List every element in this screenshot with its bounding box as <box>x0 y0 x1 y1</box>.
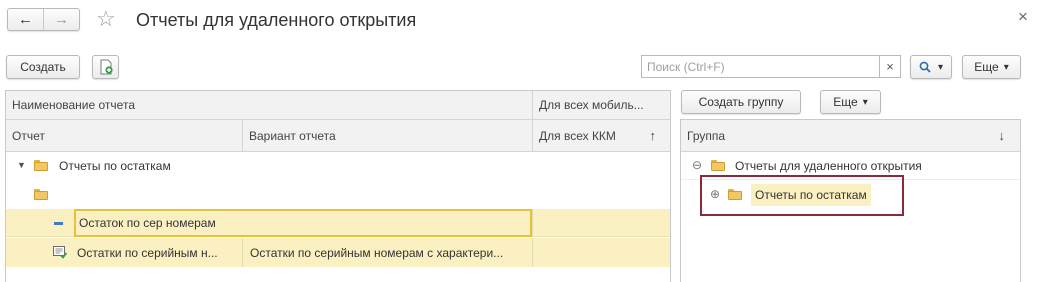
folder-icon <box>34 160 48 171</box>
header-group[interactable]: Группа ↓ <box>681 120 1020 152</box>
back-arrow-icon[interactable]: ← <box>8 9 44 30</box>
nav-buttons: ← → <box>7 8 80 31</box>
more-button[interactable]: Еще ▾ <box>962 55 1021 79</box>
sort-ascending-icon: ↑ <box>649 128 657 143</box>
table-row[interactable] <box>6 180 670 208</box>
table-row-selected[interactable]: Остаток по сер номерам <box>6 209 670 237</box>
expand-toggle-icon[interactable]: ▼ <box>17 160 26 170</box>
page-title: Отчеты для удаленного открытия <box>136 10 417 30</box>
chevron-down-icon: ▾ <box>862 96 868 108</box>
folder-icon <box>711 160 725 171</box>
chevron-down-icon: ▾ <box>937 61 944 73</box>
clear-icon: × <box>886 59 894 74</box>
row-variant: Остатки по серийным номерам с характери.… <box>250 245 504 260</box>
report-document-icon <box>53 246 67 259</box>
search-icon <box>919 61 931 73</box>
chevron-down-icon: ▾ <box>1003 61 1009 73</box>
header-name: Наименование отчета <box>6 91 532 120</box>
close-icon[interactable]: × <box>1018 7 1028 27</box>
create-group-button[interactable]: Создать группу <box>681 90 801 114</box>
search-clear-button[interactable]: × <box>879 55 901 78</box>
header-all-kkm-label: Для всех ККМ <box>539 128 616 143</box>
right-more-label: Еще <box>833 95 858 109</box>
report-item-icon <box>54 222 63 225</box>
row-label: Остатки по серийным н... <box>77 245 218 260</box>
header-all-kkm[interactable]: Для всех ККМ ↑ <box>533 120 670 152</box>
row-label: Отчеты по остаткам <box>59 159 171 173</box>
right-more-button[interactable]: Еще ▾ <box>820 90 881 114</box>
favorite-star-icon[interactable]: ☆ <box>96 7 116 31</box>
active-cell[interactable]: Остаток по сер номерам <box>74 209 532 237</box>
header-group-label: Группа <box>687 128 726 143</box>
header-all-mobile: Для всех мобиль... <box>533 91 670 120</box>
create-button[interactable]: Создать <box>6 55 80 79</box>
more-button-label: Еще <box>974 60 999 74</box>
highlight-box <box>700 175 904 216</box>
folder-icon <box>34 189 48 200</box>
collapse-toggle-icon[interactable]: ⊖ <box>692 158 702 172</box>
add-document-button[interactable] <box>92 55 119 79</box>
header-report: Отчет <box>6 120 242 152</box>
header-variant: Вариант отчета <box>243 120 532 152</box>
table-row[interactable]: Остатки по серийным н... Остатки по сери… <box>6 238 670 267</box>
reports-table: Наименование отчета Для всех мобиль... О… <box>5 90 671 282</box>
search-input[interactable]: Поиск (Ctrl+F) <box>641 55 880 78</box>
search-button[interactable]: ▾ <box>910 55 952 79</box>
table-row[interactable]: ▼ Отчеты по остаткам <box>6 152 670 180</box>
search-placeholder: Поиск (Ctrl+F) <box>647 60 725 74</box>
row-label: Остаток по сер номерам <box>79 216 216 230</box>
sort-descending-icon: ↓ <box>998 128 1006 143</box>
add-document-icon <box>100 59 113 75</box>
forward-arrow-icon[interactable]: → <box>44 9 79 30</box>
